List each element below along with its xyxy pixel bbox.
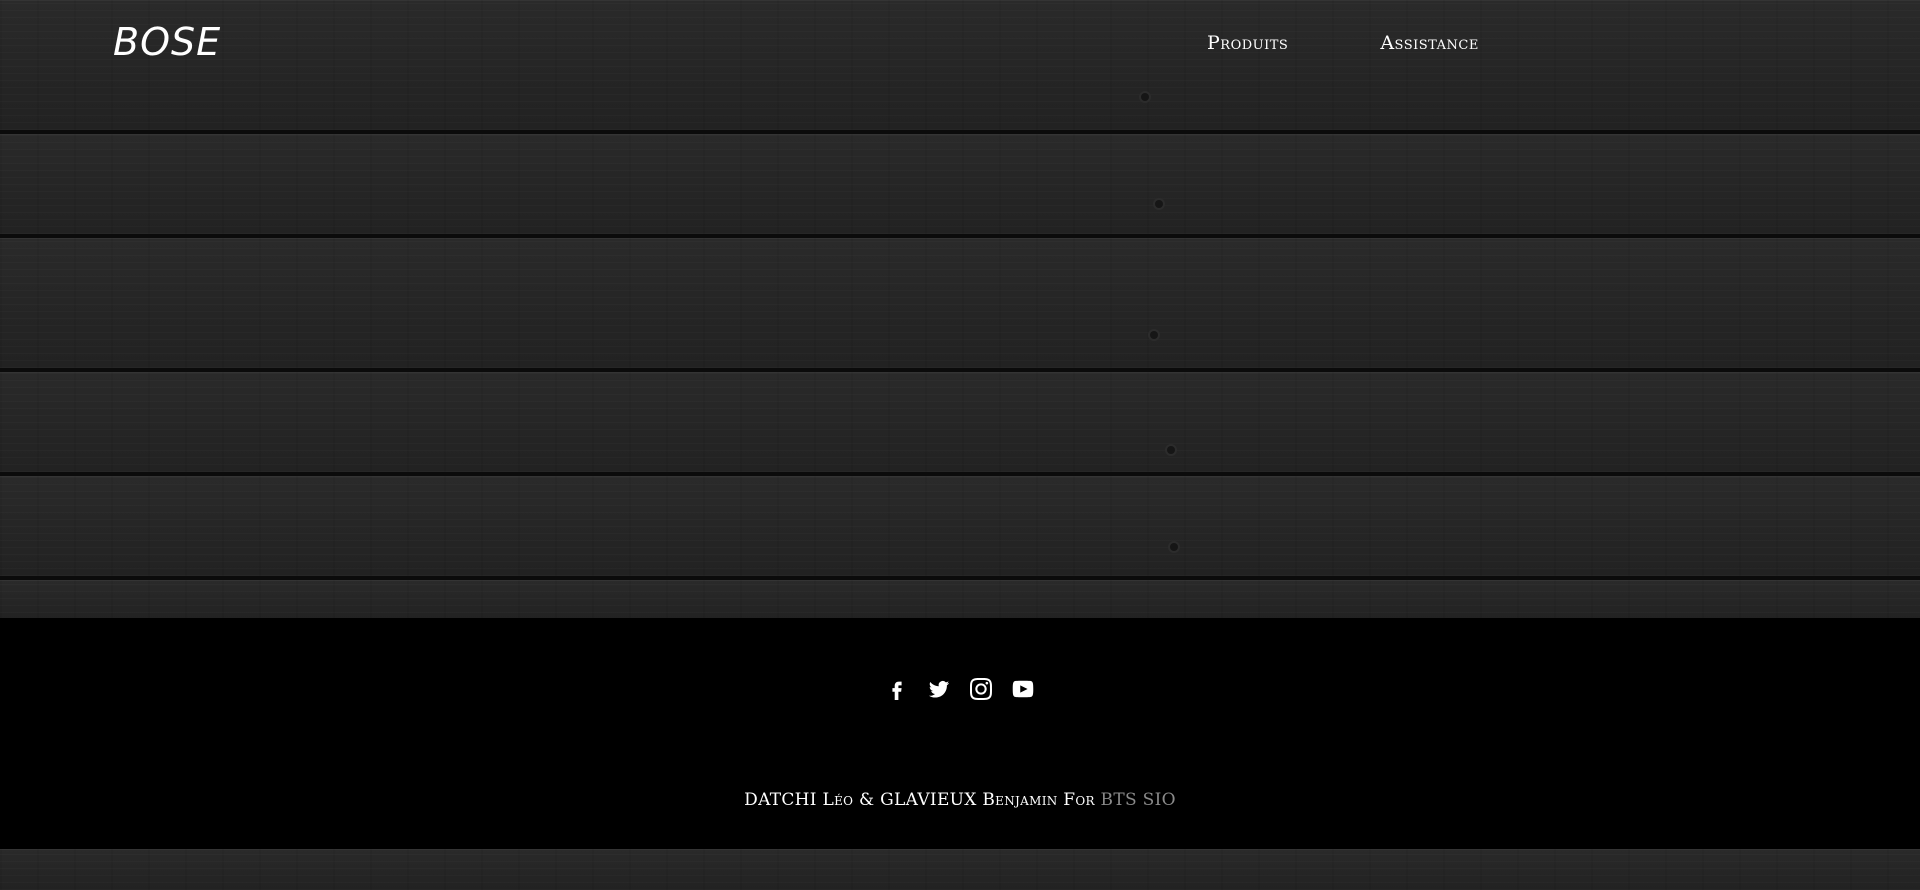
site-footer: DATCHI Léo & GLAVIEUX Benjamin For BTS S… [0,618,1920,849]
twitter-link[interactable] [928,678,950,700]
wood-knot [1167,446,1175,454]
wood-knot [1150,331,1158,339]
wood-knot [1155,200,1163,208]
wood-plank [0,238,1920,372]
wood-knot [1170,543,1178,551]
main-nav: Produits Assistance [1207,32,1479,54]
instagram-link[interactable] [970,678,992,700]
bose-logo[interactable]: BOSE [113,20,221,64]
facebook-link[interactable] [886,678,908,700]
wood-plank [0,849,1920,890]
page: BOSE Produits Assistance DATCHI Léo & GL… [0,0,1920,890]
wood-knot [1141,93,1149,101]
nav-item-products[interactable]: Produits [1207,32,1288,54]
instagram-icon [970,678,992,700]
nav-item-support[interactable]: Assistance [1380,32,1479,54]
credits-authors: DATCHI Léo & GLAVIEUX Benjamin For [744,790,1095,810]
youtube-icon [1012,680,1034,698]
youtube-link[interactable] [1012,678,1034,700]
facebook-icon [892,681,902,700]
wood-plank [0,476,1920,580]
credits-program-link[interactable]: BTS SIO [1101,790,1176,810]
twitter-icon [928,681,950,698]
wood-plank [0,372,1920,476]
site-header: BOSE Produits Assistance [0,0,1920,90]
wood-plank [0,134,1920,238]
social-links [0,678,1920,700]
footer-credits: DATCHI Léo & GLAVIEUX Benjamin For BTS S… [0,790,1920,810]
